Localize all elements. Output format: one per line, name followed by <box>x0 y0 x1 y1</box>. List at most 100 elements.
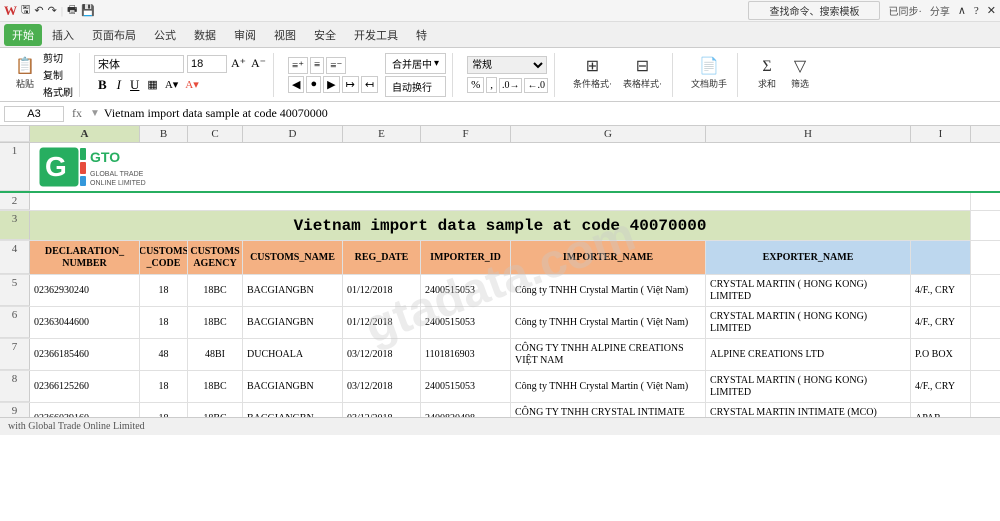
align-center-button[interactable]: ● <box>306 76 321 93</box>
col-header-d[interactable]: D <box>243 126 343 142</box>
cell-customs-code-5[interactable]: 18 <box>140 275 188 306</box>
font-color-button[interactable]: A▾ <box>183 77 200 92</box>
col-header-a[interactable]: A <box>30 126 140 142</box>
align-top-button[interactable]: ≡⁺ <box>288 57 308 74</box>
cell-customs-code-7[interactable]: 48 <box>140 339 188 370</box>
tab-data[interactable]: 数据 <box>186 24 224 46</box>
cell-importer-name-7[interactable]: CÔNG TY TNHH ALPINE CREATIONS VIỆT NAM <box>511 339 706 370</box>
cell-customs-code-8[interactable]: 18 <box>140 371 188 402</box>
paste-button[interactable]: 📋 粘贴 <box>10 55 40 95</box>
col-header-f[interactable]: F <box>421 126 511 142</box>
cell-extra-5[interactable]: 4/F., CRY <box>911 275 971 306</box>
cell-customs-agency-6[interactable]: 18BC <box>188 307 243 338</box>
save-icon[interactable]: 💾 <box>81 4 95 17</box>
tab-start[interactable]: 开始 <box>4 24 42 46</box>
cell-reg-date-5[interactable]: 01/12/2018 <box>343 275 421 306</box>
cell-extra-7[interactable]: P.O BOX <box>911 339 971 370</box>
cell-customs-name-7[interactable]: DUCHOALA <box>243 339 343 370</box>
cell-declaration-5[interactable]: 02362930240 <box>30 275 140 306</box>
cut-button[interactable]: 剪切 <box>43 50 73 65</box>
cell-importer-id-8[interactable]: 2400515053 <box>421 371 511 402</box>
percent-button[interactable]: % <box>467 77 484 93</box>
undo-icon[interactable]: ↶ <box>34 4 43 17</box>
cell-extra-8[interactable]: 4/F., CRY <box>911 371 971 402</box>
cell-exporter-name-6[interactable]: CRYSTAL MARTIN ( HONG KONG) LIMITED <box>706 307 911 338</box>
cell-customs-name-5[interactable]: BACGIANGBN <box>243 275 343 306</box>
cell-reg-date-8[interactable]: 03/12/2018 <box>343 371 421 402</box>
cell-declaration-8[interactable]: 02366125260 <box>30 371 140 402</box>
cell-importer-id-6[interactable]: 2400515053 <box>421 307 511 338</box>
font-size-select[interactable] <box>187 55 227 73</box>
title-cell[interactable]: Vietnam import data sample at code 40070… <box>30 211 971 240</box>
cell-reference-input[interactable] <box>4 106 64 122</box>
cell-exporter-name-7[interactable]: ALPINE CREATIONS LTD <box>706 339 911 370</box>
align-right-button[interactable]: ▶ <box>323 76 339 93</box>
thousand-button[interactable]: , <box>486 77 497 93</box>
cell-extra-6[interactable]: 4/F., CRY <box>911 307 971 338</box>
indent-button[interactable]: ↦ <box>342 76 359 93</box>
cell-customs-agency-7[interactable]: 48BI <box>188 339 243 370</box>
tab-special[interactable]: 特 <box>408 24 435 46</box>
cell-declaration-6[interactable]: 02363044600 <box>30 307 140 338</box>
col-header-e[interactable]: E <box>343 126 421 142</box>
cell-importer-name-5[interactable]: Công ty TNHH Crystal Martin ( Việt Nam) <box>511 275 706 306</box>
tab-layout[interactable]: 页面布局 <box>84 24 144 46</box>
cell-reg-date-6[interactable]: 01/12/2018 <box>343 307 421 338</box>
increase-decimal-button[interactable]: .0→ <box>499 78 523 93</box>
decrease-font-button[interactable]: A⁻ <box>250 55 267 72</box>
cell-declaration-7[interactable]: 02366185460 <box>30 339 140 370</box>
cell-importer-id-5[interactable]: 2400515053 <box>421 275 511 306</box>
conditional-format-button[interactable]: ⊞ 条件格式· <box>569 55 616 95</box>
cell-customs-agency-5[interactable]: 18BC <box>188 275 243 306</box>
cell-importer-name-6[interactable]: Công ty TNHH Crystal Martin ( Việt Nam) <box>511 307 706 338</box>
col-header-g[interactable]: G <box>511 126 706 142</box>
print-icon[interactable]: 🖶 <box>67 1 77 20</box>
decrease-decimal-button[interactable]: ←.0 <box>524 78 548 93</box>
more-icon[interactable]: ∧ <box>958 4 966 17</box>
align-left-button[interactable]: ◀ <box>288 76 304 93</box>
cell-customs-name-8[interactable]: BACGIANGBN <box>243 371 343 402</box>
doc-helper-button[interactable]: 📄 文档助手 <box>687 55 731 95</box>
help-icon[interactable]: ? <box>974 5 979 17</box>
cell-exporter-name-5[interactable]: CRYSTAL MARTIN ( HONG KONG) LIMITED <box>706 275 911 306</box>
number-format-select[interactable]: 常规 <box>467 56 547 74</box>
cell-customs-code-6[interactable]: 18 <box>140 307 188 338</box>
col-header-h[interactable]: H <box>706 126 911 142</box>
outdent-button[interactable]: ↤ <box>361 76 378 93</box>
auto-wrap-button[interactable]: 自动换行 <box>385 76 446 97</box>
cell-exporter-name-8[interactable]: CRYSTAL MARTIN ( HONG KONG) LIMITED <box>706 371 911 402</box>
redo-icon[interactable]: ↷ <box>48 4 57 17</box>
cell-reg-date-7[interactable]: 03/12/2018 <box>343 339 421 370</box>
copy-button[interactable]: 复制 <box>43 67 73 82</box>
tab-security[interactable]: 安全 <box>306 24 344 46</box>
close-icon[interactable]: ✕ <box>987 4 996 17</box>
merge-center-button[interactable]: 合并居中▾ <box>385 53 446 74</box>
filter-button[interactable]: ▽ 筛选 <box>785 55 815 95</box>
table-style-button[interactable]: ⊟ 表格样式· <box>619 55 666 95</box>
fill-color-button[interactable]: A▾ <box>163 77 180 92</box>
search-box[interactable]: 查找命令、搜索模板 <box>748 1 880 20</box>
align-middle-button[interactable]: ≡ <box>310 57 324 74</box>
cell-importer-name-8[interactable]: Công ty TNHH Crystal Martin ( Việt Nam) <box>511 371 706 402</box>
cell-importer-id-7[interactable]: 1101816903 <box>421 339 511 370</box>
tab-view[interactable]: 视图 <box>266 24 304 46</box>
tab-formula[interactable]: 公式 <box>146 24 184 46</box>
tab-insert[interactable]: 插入 <box>44 24 82 46</box>
sum-button[interactable]: Σ 求和 <box>752 55 782 95</box>
cell-customs-name-6[interactable]: BACGIANGBN <box>243 307 343 338</box>
formula-function-icon[interactable]: fx <box>68 106 86 121</box>
tab-review[interactable]: 审阅 <box>226 24 264 46</box>
underline-button[interactable]: U <box>127 76 142 94</box>
cell-customs-agency-8[interactable]: 18BC <box>188 371 243 402</box>
format-painter-button[interactable]: 格式刷 <box>43 84 73 99</box>
italic-button[interactable]: I <box>114 76 124 94</box>
quick-access-icon[interactable]: 🖫 <box>21 1 30 20</box>
align-bottom-button[interactable]: ≡⁻ <box>326 57 346 74</box>
col-header-b[interactable]: B <box>140 126 188 142</box>
tab-developer[interactable]: 开发工具 <box>346 24 406 46</box>
bold-button[interactable]: B <box>94 75 111 95</box>
share-button[interactable]: 分享 <box>930 3 950 18</box>
formula-input[interactable] <box>104 106 996 121</box>
col-header-i[interactable]: I <box>911 126 971 142</box>
font-name-select[interactable] <box>94 55 184 73</box>
